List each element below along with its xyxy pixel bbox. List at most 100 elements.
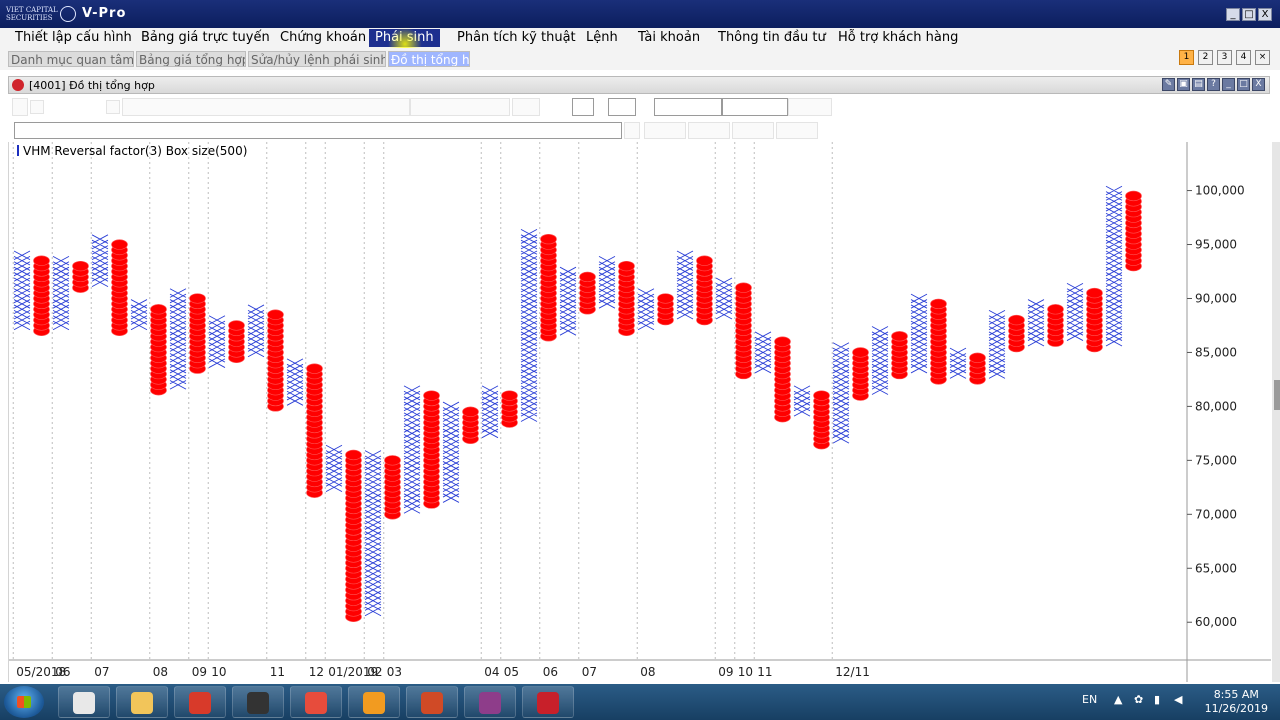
minimize-button[interactable]: _ [1226,8,1240,21]
network-icon[interactable]: ▮ [1154,693,1160,706]
indicator-opt-1[interactable] [644,122,686,139]
toolbar-checkbox[interactable] [30,100,44,114]
chart-toolbar [12,96,832,118]
taskbar-file-explorer[interactable] [116,686,168,718]
indicator-input[interactable] [14,122,622,139]
period-field[interactable] [410,98,510,116]
o-box [540,233,557,245]
language-indicator[interactable]: EN [1082,693,1097,706]
x-column [403,385,421,514]
x-column [598,255,616,309]
inner-close-button[interactable]: X [1252,78,1265,91]
symbol-field[interactable] [122,98,410,116]
scroll-thumb[interactable] [1274,380,1280,410]
layout-3-button[interactable]: 3 [1217,50,1232,65]
o-box [579,271,596,283]
app-title: V-Pro [82,6,127,21]
x-column [325,444,343,493]
o-column [33,255,50,337]
indicator-dropdown[interactable] [624,122,640,139]
menu-phai-sinh[interactable]: Phái sinh [369,29,440,47]
date-picker-from[interactable] [572,98,594,116]
layout-4-button[interactable]: 4 [1236,50,1251,65]
indicator-opt-2[interactable] [688,122,730,139]
o-box [423,390,440,401]
x-tick-label: 11 [270,665,285,679]
o-box [852,347,869,358]
menu-bar: Thiết lập cấu hình Bảng giá trực tuyến C… [0,28,1280,48]
menu-phan-tich-ky-thuat[interactable]: Phân tích kỹ thuật [451,29,582,47]
taskbar-powerpoint[interactable] [406,686,458,718]
taskbar-winrar[interactable] [464,686,516,718]
menu-ho-tro-khach-hang[interactable]: Hỗ trợ khách hàng [832,29,964,47]
pnf-chart[interactable]: 05/201806 07 08 09 10 11 12 01/201902 03 04 05 06 07… [9,142,1271,682]
taskbar-film-app[interactable] [232,686,284,718]
from-date-field[interactable] [654,98,722,116]
stock-app-icon [189,692,211,714]
o-box [189,293,206,304]
taskbar-network-app[interactable] [58,686,110,718]
help-icon[interactable]: ? [1207,78,1220,91]
x-column [130,299,148,331]
o-box [267,309,284,320]
x-tick-label: 05 [504,665,519,679]
to-date-field[interactable] [722,98,788,116]
o-box [1125,190,1142,202]
vpro-app-icon [12,79,24,91]
layout-icon[interactable]: ▤ [1192,78,1205,91]
menu-bang-gia-truc-tuyen[interactable]: Bảng giá trực tuyến [135,29,276,47]
inner-maximize-button[interactable]: □ [1237,78,1250,91]
taskbar-vpro-app[interactable] [522,686,574,718]
x-column [481,385,499,439]
o-box [111,239,128,250]
menu-thiet-lap-cau-hinh[interactable]: Thiết lập cấu hình [9,29,138,47]
toolbar-toggle[interactable] [12,98,28,116]
x-tick-label: 06 [543,665,558,679]
tab-sua-huy-lenh-phai-sinh[interactable]: Sửa/hủy lệnh phái sinh [248,51,386,67]
tray-app-icon[interactable]: ✿ [1134,693,1143,706]
o-column [267,309,284,412]
tray-up-arrow-icon[interactable]: ▲ [1114,693,1122,706]
menu-lenh[interactable]: Lệnh [580,29,624,47]
x-column [832,342,850,444]
menu-tai-khoan[interactable]: Tài khoản [632,29,706,47]
tabs-row: Danh mục quan tâm Bảng giá tổng hợp Sửa/… [0,48,1280,70]
close-button[interactable]: X [1258,8,1272,21]
inner-minimize-button[interactable]: _ [1222,78,1235,91]
pnf-chart-panel[interactable]: 05/2018 06 07 08 09 10 11 12 01/2019 02 03 04 05 06 07… [8,142,1271,682]
taskbar-stock-app[interactable] [174,686,226,718]
o-box [618,260,635,272]
powerpoint-icon [421,692,443,714]
indicator-opt-3[interactable] [732,122,774,139]
edit-icon[interactable]: ✎ [1162,78,1175,91]
volume-icon[interactable]: ◀ [1174,693,1182,706]
toolbar-checkbox-2[interactable] [106,100,120,114]
clock[interactable]: 8:55 AM 11/26/2019 [1205,688,1268,716]
apply-field[interactable] [788,98,832,116]
settings-icon[interactable]: ▣ [1177,78,1190,91]
taskbar-chrome[interactable] [290,686,342,718]
maximize-button[interactable]: □ [1242,8,1256,21]
menu-chung-khoan[interactable]: Chứng khoán [274,29,372,47]
option-field[interactable] [512,98,540,116]
o-box [930,298,947,310]
layout-2-button[interactable]: 2 [1198,50,1213,65]
layout-1-button[interactable]: 1 [1179,50,1194,65]
right-scroll-strip[interactable] [1272,142,1280,682]
x-tick-label: 12 [309,665,324,679]
taskbar-media-player[interactable] [348,686,400,718]
tab-bang-gia-tong-hop[interactable]: Bảng giá tổng hợp [136,51,246,67]
o-box [657,293,674,304]
menu-thong-tin-dau-tu[interactable]: Thông tin đầu tư [712,29,832,47]
tab-do-thi-tong-hop[interactable]: Đồ thị tổng hợp [388,51,470,67]
x-column [910,293,928,374]
indicator-opt-4[interactable] [776,122,818,139]
date-picker-to[interactable] [608,98,636,116]
y-tick-label: 100,000 [1195,184,1245,198]
x-column [949,347,967,379]
o-column [813,390,830,450]
close-tab-button[interactable]: × [1255,50,1270,65]
start-button[interactable] [4,686,44,718]
tab-danh-muc-quan-tam[interactable]: Danh mục quan tâm [8,51,134,67]
x-column [871,326,889,395]
